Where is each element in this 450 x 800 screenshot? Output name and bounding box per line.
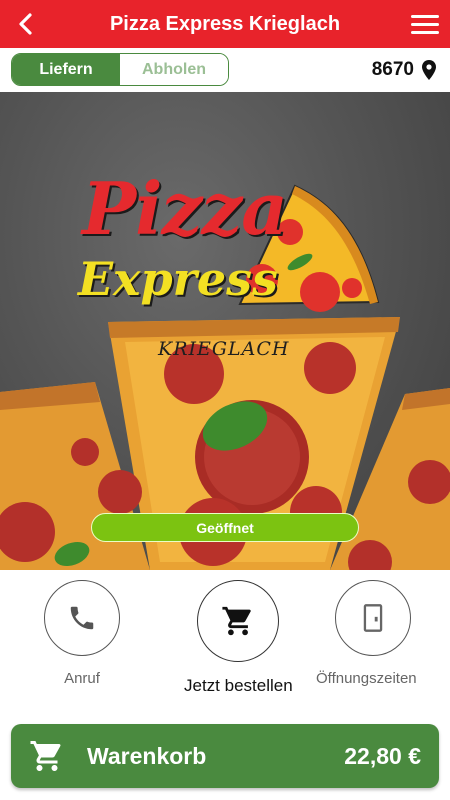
logo-word-krieglach: KRIEGLACH xyxy=(158,338,290,360)
cart-label: Warenkorb xyxy=(87,743,207,769)
restaurant-hero-image: Pizza Express KRIEGLACH Geöffnet xyxy=(0,92,450,570)
order-now-label: Jetzt bestellen xyxy=(184,676,293,695)
order-now-action[interactable]: Jetzt bestellen xyxy=(184,580,293,696)
call-label: Anruf xyxy=(64,670,100,687)
restaurant-logo: Pizza Express KRIEGLACH xyxy=(76,166,376,366)
order-now-button[interactable] xyxy=(197,580,280,662)
opening-hours-button[interactable] xyxy=(335,580,412,656)
app-header: Pizza Express Krieglach xyxy=(0,0,450,48)
map-pin-icon xyxy=(422,60,436,80)
door-icon xyxy=(364,604,383,632)
tab-pickup[interactable]: Abholen xyxy=(120,54,228,85)
phone-icon xyxy=(70,606,94,630)
location-selector[interactable]: 8670 xyxy=(372,58,436,82)
open-status-badge: Geöffnet xyxy=(91,513,359,542)
order-mode-bar: Liefern Abholen 8670 xyxy=(0,48,450,92)
opening-hours-label: Öffnungszeiten xyxy=(316,670,417,687)
cart-button[interactable]: Warenkorb 22,80 € xyxy=(11,724,439,788)
logo-word-pizza: Pizza xyxy=(82,166,288,251)
shopping-cart-icon xyxy=(30,741,61,771)
call-action[interactable]: Anruf xyxy=(44,580,120,687)
logo-word-express: Express xyxy=(78,252,278,306)
menu-button[interactable] xyxy=(408,8,442,40)
order-mode-toggle: Liefern Abholen xyxy=(11,53,229,86)
call-button[interactable] xyxy=(44,580,120,656)
shopping-cart-icon xyxy=(222,606,252,636)
hamburger-menu-icon xyxy=(411,14,439,18)
opening-hours-action[interactable]: Öffnungszeiten xyxy=(316,580,417,687)
page-title: Pizza Express Krieglach xyxy=(109,13,341,35)
tab-delivery[interactable]: Liefern xyxy=(12,54,120,85)
postcode-label: 8670 xyxy=(371,59,414,80)
cart-total: 22,80 € xyxy=(344,743,421,769)
quick-actions: Anruf Jetzt bestellen Öffnungszeiten xyxy=(0,570,450,720)
